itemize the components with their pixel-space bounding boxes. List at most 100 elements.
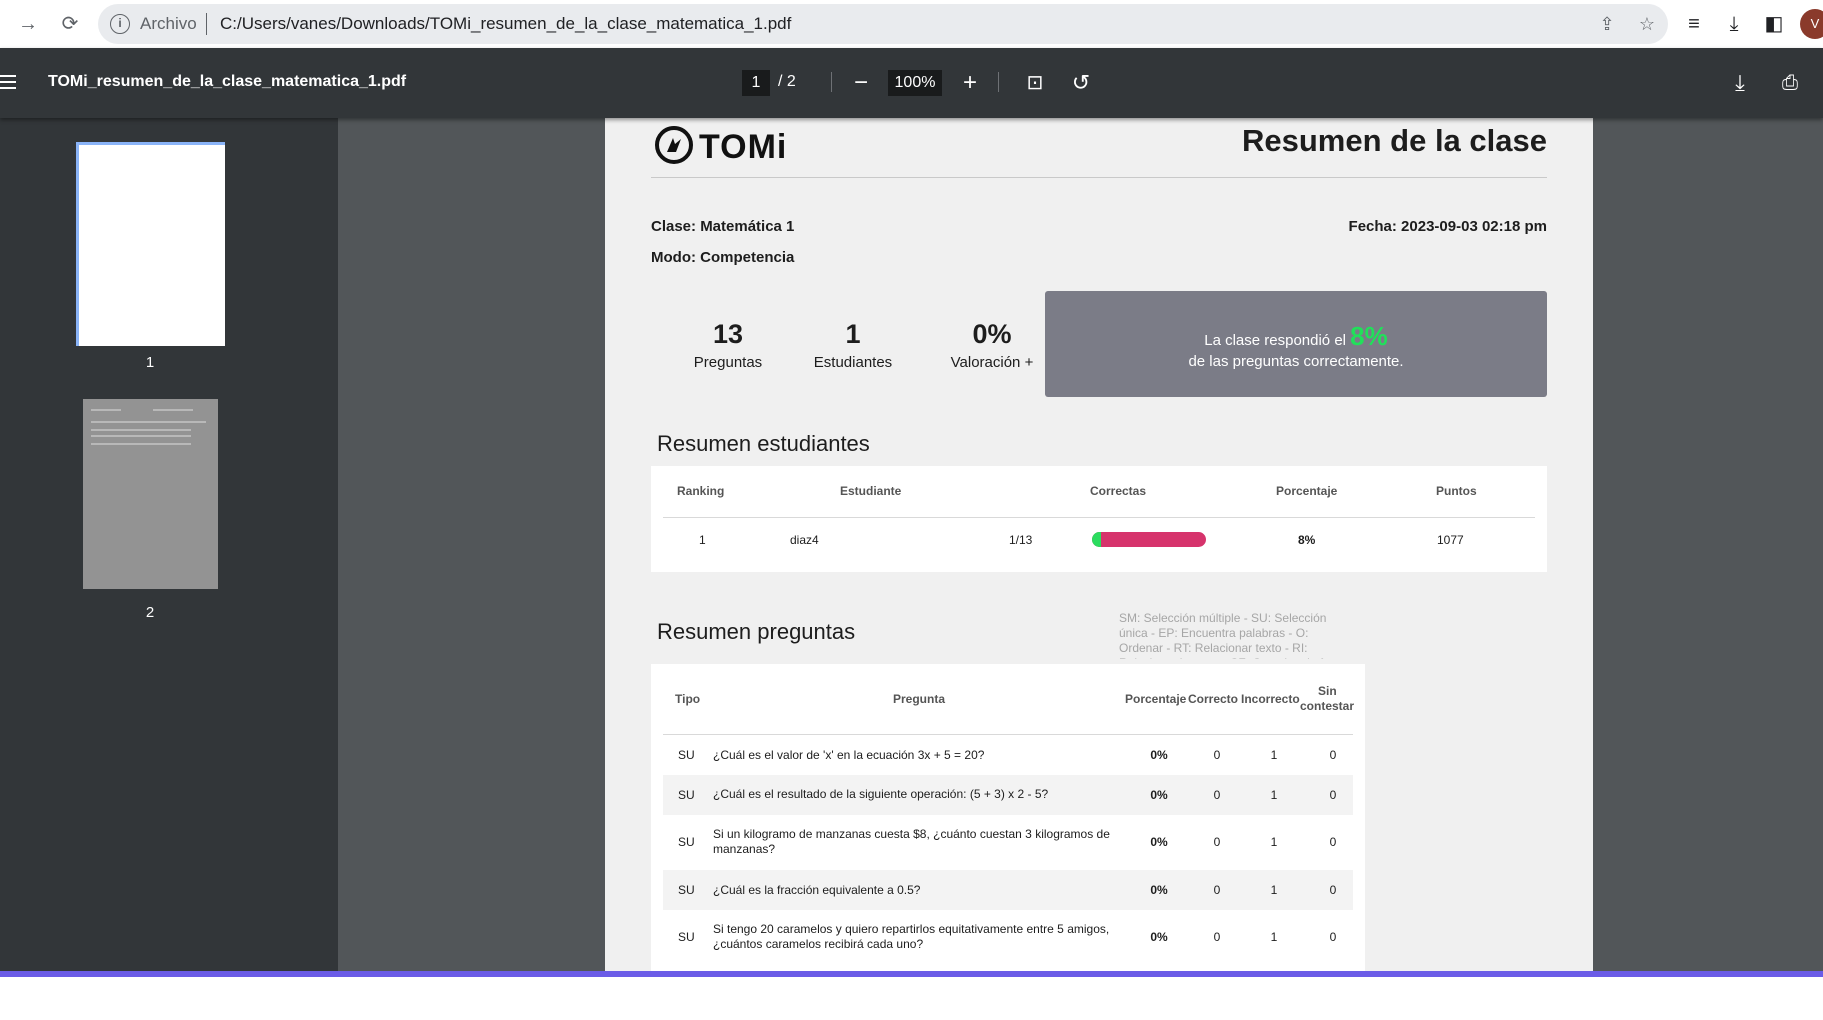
question-cell: ¿Cuál es el valor de 'x' en la ecuación … xyxy=(713,748,985,762)
bookmark-star-icon[interactable]: ☆ xyxy=(1633,10,1661,38)
percentage-cell: 0% xyxy=(1150,883,1168,897)
table-divider xyxy=(663,517,1535,518)
correct-cell: 0 xyxy=(1213,930,1221,944)
stat-value: 13 xyxy=(712,319,744,349)
table-row: SU ¿Cuál es el valor de 'x' en la ecuaci… xyxy=(663,735,1353,775)
correct-progress-bar xyxy=(1092,532,1206,547)
column-header: Correcto xyxy=(1188,692,1239,706)
table-row: SU Si tengo 20 caramelos y quiero repart… xyxy=(663,910,1353,965)
address-bar[interactable]: i Archivo C:/Users/vanes/Downloads/TOMi_… xyxy=(98,4,1668,44)
correct-cell: 0 xyxy=(1213,835,1221,849)
reload-icon[interactable]: ⟳ xyxy=(54,8,86,40)
thumbnail-label: 1 xyxy=(145,354,155,371)
fit-page-icon[interactable]: ⊡ xyxy=(1020,68,1050,98)
info-icon[interactable]: i xyxy=(110,14,130,34)
accuracy-suffix: de las preguntas correctamente. xyxy=(1188,353,1404,370)
incorrect-cell: 1 xyxy=(1270,788,1278,802)
forward-icon[interactable]: → xyxy=(12,8,44,40)
correct-cell: 0 xyxy=(1213,883,1221,897)
students-table: Ranking Estudiante Correctas Porcentaje … xyxy=(651,466,1547,572)
table-row: SU Si un kilogramo de manzanas cuesta $8… xyxy=(663,815,1353,870)
column-header: Pregunta xyxy=(893,692,946,706)
correct-cell: 1/13 xyxy=(1009,533,1033,547)
toolbar-divider xyxy=(831,72,832,92)
profile-avatar[interactable]: V xyxy=(1800,9,1823,39)
pdf-toolbar: TOMi_resumen_de_la_clase_matematica_1.pd… xyxy=(0,48,1823,118)
bottom-area xyxy=(0,977,1823,1020)
toolbar-divider xyxy=(998,72,999,92)
incorrect-cell: 1 xyxy=(1270,835,1278,849)
rotate-icon[interactable]: ↺ xyxy=(1066,68,1096,98)
stat-label: Estudiantes xyxy=(813,354,893,371)
tomi-logo-icon xyxy=(655,126,693,164)
logo-text: TOMi xyxy=(699,128,788,166)
table-row: SU ¿Cuál es el resultado de la siguiente… xyxy=(663,775,1353,815)
column-header: Puntos xyxy=(1436,484,1477,498)
thumbnail-label: 2 xyxy=(145,604,155,621)
page-number-input[interactable]: 1 xyxy=(742,70,770,96)
unanswered-cell: 0 xyxy=(1329,883,1337,897)
table-row: SU ¿Cuál es la fracción equivalente a 0.… xyxy=(663,870,1353,910)
page-thumbnail-1[interactable] xyxy=(76,142,225,346)
question-cell: ¿Cuál es la fracción equivalente a 0.5? xyxy=(713,883,921,897)
stat-value: 0% xyxy=(972,319,1012,349)
type-cell: SU xyxy=(678,883,695,897)
column-header: Ranking xyxy=(677,484,725,498)
incorrect-cell: 1 xyxy=(1270,883,1278,897)
points-cell: 1077 xyxy=(1437,533,1464,547)
print-icon[interactable]: ⎙ xyxy=(1775,68,1805,98)
zoom-input[interactable]: 100% xyxy=(888,70,942,96)
downloads-icon[interactable]: ⤓ xyxy=(1718,8,1750,40)
stat-label: Preguntas xyxy=(693,354,763,371)
accuracy-line: La clase respondió el 8% xyxy=(1045,321,1547,352)
incorrect-cell: 1 xyxy=(1270,930,1278,944)
download-icon[interactable]: ⤓ xyxy=(1725,68,1755,98)
media-controls-icon[interactable]: ≡ xyxy=(1678,8,1710,40)
column-header: Estudiante xyxy=(840,484,902,498)
column-header: Correctas xyxy=(1090,484,1147,498)
unanswered-cell: 0 xyxy=(1329,835,1337,849)
class-name: Clase: Matemática 1 xyxy=(651,218,795,235)
menu-icon[interactable] xyxy=(0,68,18,96)
percentage-cell: 0% xyxy=(1150,788,1168,802)
url-text[interactable]: C:/Users/vanes/Downloads/TOMi_resumen_de… xyxy=(220,14,791,34)
questions-section-title: Resumen preguntas xyxy=(657,619,856,644)
mode-label: Modo: Competencia xyxy=(651,249,795,266)
zoom-in-button[interactable]: + xyxy=(955,68,985,98)
percentage-cell: 8% xyxy=(1298,533,1316,547)
type-cell: SU xyxy=(678,930,695,944)
accuracy-percent: 8% xyxy=(1350,321,1388,351)
unanswered-cell: 0 xyxy=(1329,748,1337,762)
students-section-title: Resumen estudiantes xyxy=(657,431,870,456)
ranking-cell: 1 xyxy=(699,533,706,547)
page-thumbnail-2[interactable] xyxy=(83,399,218,589)
browser-toolbar: → ⟳ i Archivo C:/Users/vanes/Downloads/T… xyxy=(0,0,1823,48)
type-cell: SU xyxy=(678,835,695,849)
share-icon[interactable]: ⇪ xyxy=(1593,10,1621,38)
url-scheme-label: Archivo xyxy=(140,14,197,33)
column-header: Tipo xyxy=(675,692,701,706)
url-separator xyxy=(206,13,207,35)
page-total: / 2 xyxy=(778,73,796,90)
thumbnail-sidebar: 1 2 xyxy=(0,118,338,971)
percentage-cell: 0% xyxy=(1150,930,1168,944)
correct-progress-fill xyxy=(1092,532,1101,547)
question-cell: Si tengo 20 caramelos y quiero repartirl… xyxy=(713,922,1110,951)
document-title: Resumen de la clase xyxy=(1242,123,1547,158)
unanswered-cell: 0 xyxy=(1329,930,1337,944)
question-type-legend: SM: Selección múltiple - SU: Selección ú… xyxy=(1119,611,1346,659)
correct-cell: 0 xyxy=(1213,788,1221,802)
percentage-cell: 0% xyxy=(1150,835,1168,849)
column-header: contestar xyxy=(1300,699,1355,713)
side-panel-icon[interactable]: ◧ xyxy=(1758,8,1790,40)
column-header: Sin xyxy=(1318,684,1337,698)
pdf-viewer[interactable]: TOMi Resumen de la clase Clase: Matemáti… xyxy=(338,118,1823,971)
column-header: Porcentaje xyxy=(1125,692,1187,706)
stat-label: Valoración + xyxy=(950,354,1034,371)
incorrect-cell: 1 xyxy=(1270,748,1278,762)
class-accuracy-box: La clase respondió el 8% de las pregunta… xyxy=(1045,291,1547,397)
student-cell: diaz4 xyxy=(790,533,819,547)
zoom-out-button[interactable]: − xyxy=(846,68,876,98)
date-label: Fecha: 2023-09-03 02:18 pm xyxy=(1348,218,1547,235)
correct-cell: 0 xyxy=(1213,748,1221,762)
